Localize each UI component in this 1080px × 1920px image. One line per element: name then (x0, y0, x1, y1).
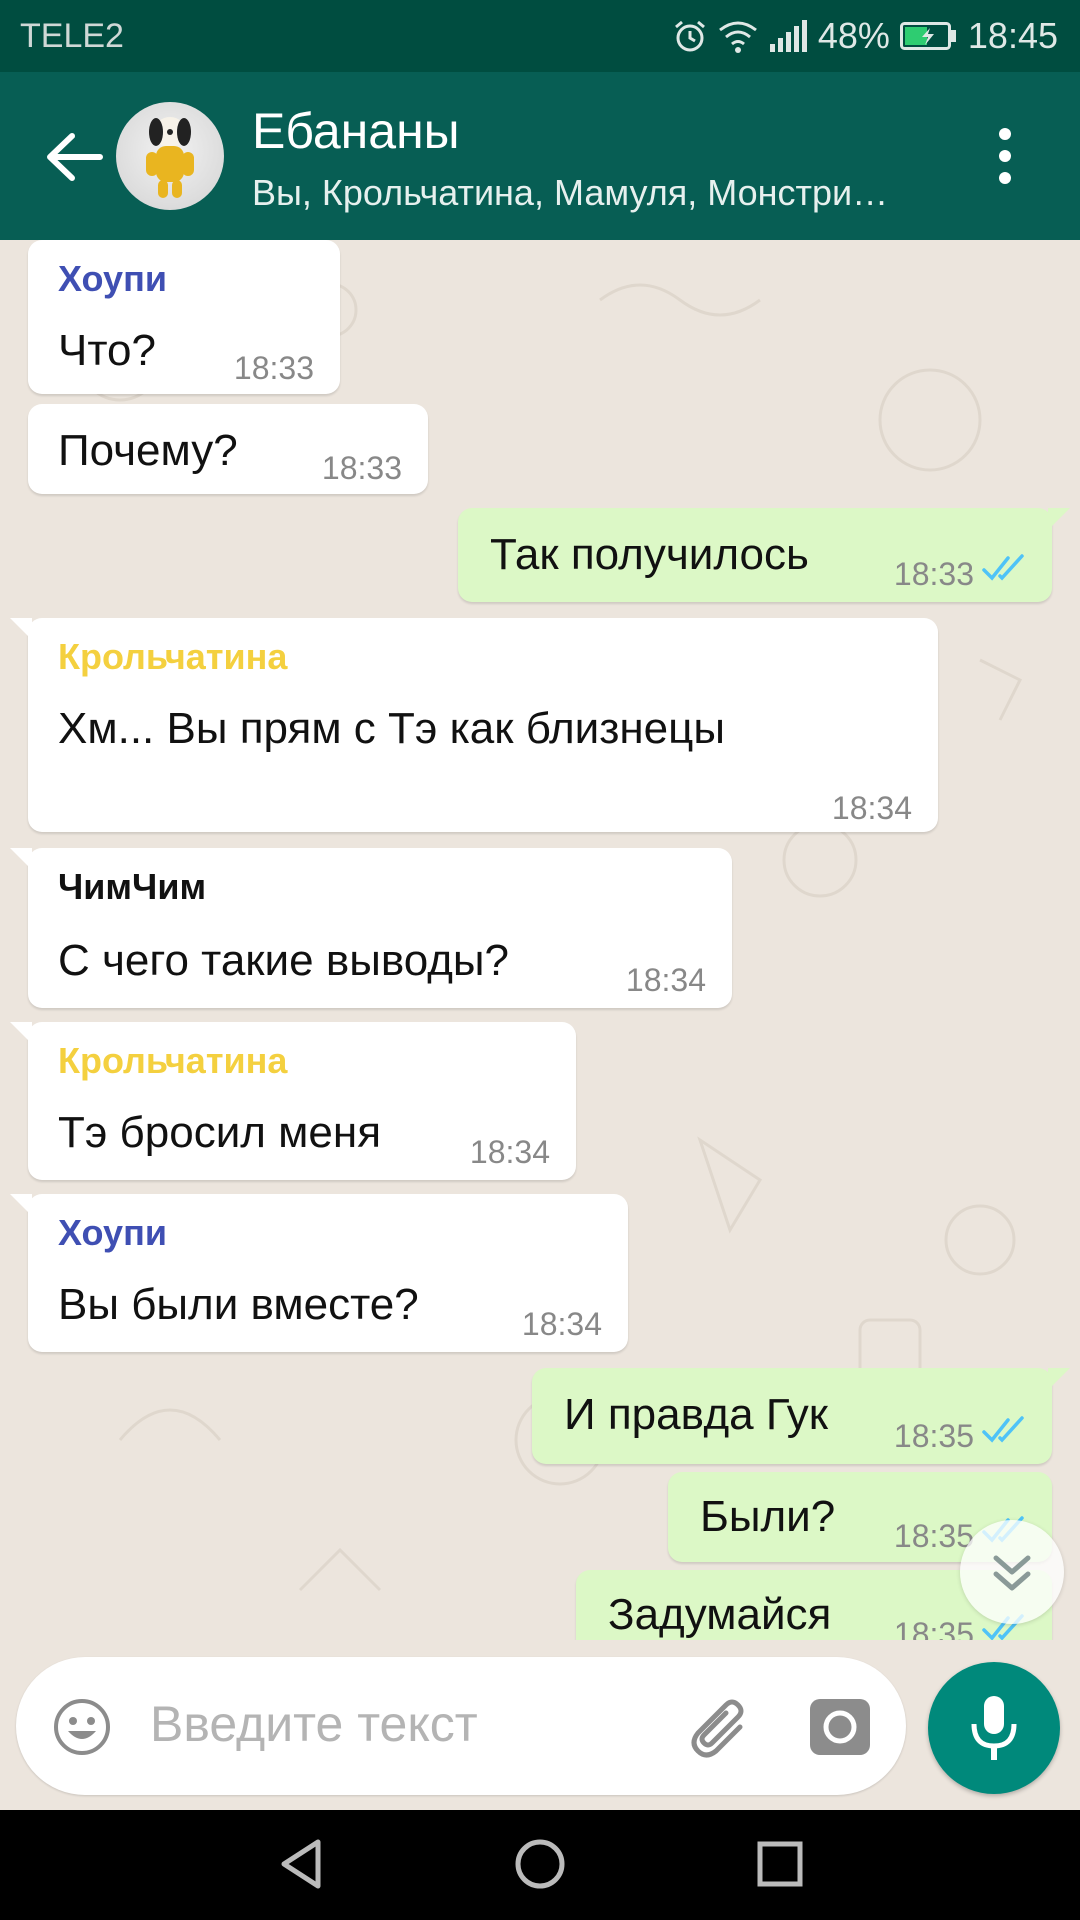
camera-icon[interactable] (808, 1697, 872, 1757)
nav-home-icon[interactable] (510, 1834, 570, 1894)
wifi-icon (718, 21, 757, 53)
message-bubble-incoming[interactable]: Крольчатина Тэ бросил меня 18:34 (10, 1022, 576, 1180)
status-bar: TELE2 48% 18:45 (0, 0, 1080, 72)
message-time: 18:33 (233, 350, 314, 386)
message-time: 18:33 (893, 556, 974, 592)
alarm-icon (674, 20, 705, 52)
message-text: Вы были вместе? (58, 1280, 419, 1329)
message-time: 18:35 (893, 1418, 974, 1454)
message-text: И правда Гук (564, 1390, 828, 1439)
message-text: Что? (58, 326, 156, 375)
message-time: 18:34 (625, 962, 706, 998)
chat-header: Ебананы Вы, Крольчатина, Мамуля, Монстри… (0, 72, 1080, 240)
double-chevron-down-icon (993, 1555, 1031, 1591)
nav-recents-icon[interactable] (750, 1834, 810, 1894)
message-bubble-outgoing[interactable]: Так получилось 18:33 (458, 508, 1070, 602)
read-receipt-icon (982, 1416, 1024, 1443)
message-bubble-incoming[interactable]: Почему? 18:33 (28, 404, 428, 494)
message-text: С чего такие выводы? (58, 936, 509, 985)
chat-participants[interactable]: Вы, Крольчатина, Мамуля, Монстри… (252, 172, 888, 214)
message-sender: Хоупи (58, 1212, 167, 1253)
message-bubble-incoming[interactable]: Хоупи Что? 18:33 (28, 240, 340, 394)
system-nav-bar (0, 1810, 1080, 1920)
message-bubble-incoming[interactable]: Хоупи Вы были вместе? 18:34 (10, 1194, 628, 1352)
message-sender: Крольчатина (58, 636, 288, 677)
nav-back-icon[interactable] (272, 1834, 332, 1894)
microphone-icon (971, 1696, 1017, 1760)
back-arrow-icon[interactable] (40, 122, 110, 192)
message-composer: Введите текст (16, 1657, 906, 1795)
message-text: Тэ бросил меня (58, 1108, 382, 1157)
chat-title[interactable]: Ебананы (252, 102, 460, 160)
message-text: Задумайся (608, 1590, 832, 1639)
group-avatar[interactable] (116, 102, 224, 210)
signal-icon (769, 20, 807, 52)
paperclip-icon[interactable] (686, 1693, 756, 1763)
message-text: Почему? (58, 426, 238, 475)
message-time: 18:34 (469, 1134, 550, 1170)
message-bubble-incoming[interactable]: ЧимЧим С чего такие выводы? 18:34 (10, 848, 732, 1008)
scroll-to-bottom-button[interactable] (960, 1520, 1064, 1624)
battery-percent: 48% (817, 15, 890, 56)
more-options-icon[interactable] (992, 128, 1018, 198)
message-text: Так получилось (490, 530, 809, 579)
plush-toy-icon (146, 117, 194, 198)
clock: 18:45 (967, 15, 1058, 56)
message-text: Были? (700, 1492, 836, 1541)
message-bubble-incoming[interactable]: Крольчатина Хм... Вы прям с Тэ как близн… (10, 618, 938, 832)
message-sender: Крольчатина (58, 1040, 288, 1081)
message-time: 18:33 (321, 450, 402, 486)
voice-message-button[interactable] (928, 1662, 1060, 1794)
message-time: 18:34 (521, 1306, 602, 1342)
message-list[interactable]: Хоупи Что? 18:33 Почему? 18:33 Так получ… (0, 240, 1080, 1810)
message-text: Хм... Вы прям с Тэ как близнецы (58, 704, 725, 753)
message-bubble-outgoing[interactable]: И правда Гук 18:35 (532, 1368, 1070, 1464)
message-time: 18:34 (831, 790, 912, 826)
status-icons: 48% 18:45 (672, 14, 1058, 58)
message-sender: ЧимЧим (58, 866, 207, 907)
emoji-icon[interactable] (52, 1697, 112, 1757)
message-sender: Хоупи (58, 258, 167, 299)
battery-charging-icon (899, 22, 956, 50)
read-receipt-icon (982, 554, 1024, 581)
carrier-label: TELE2 (20, 17, 124, 55)
message-input[interactable]: Введите текст (150, 1695, 478, 1753)
